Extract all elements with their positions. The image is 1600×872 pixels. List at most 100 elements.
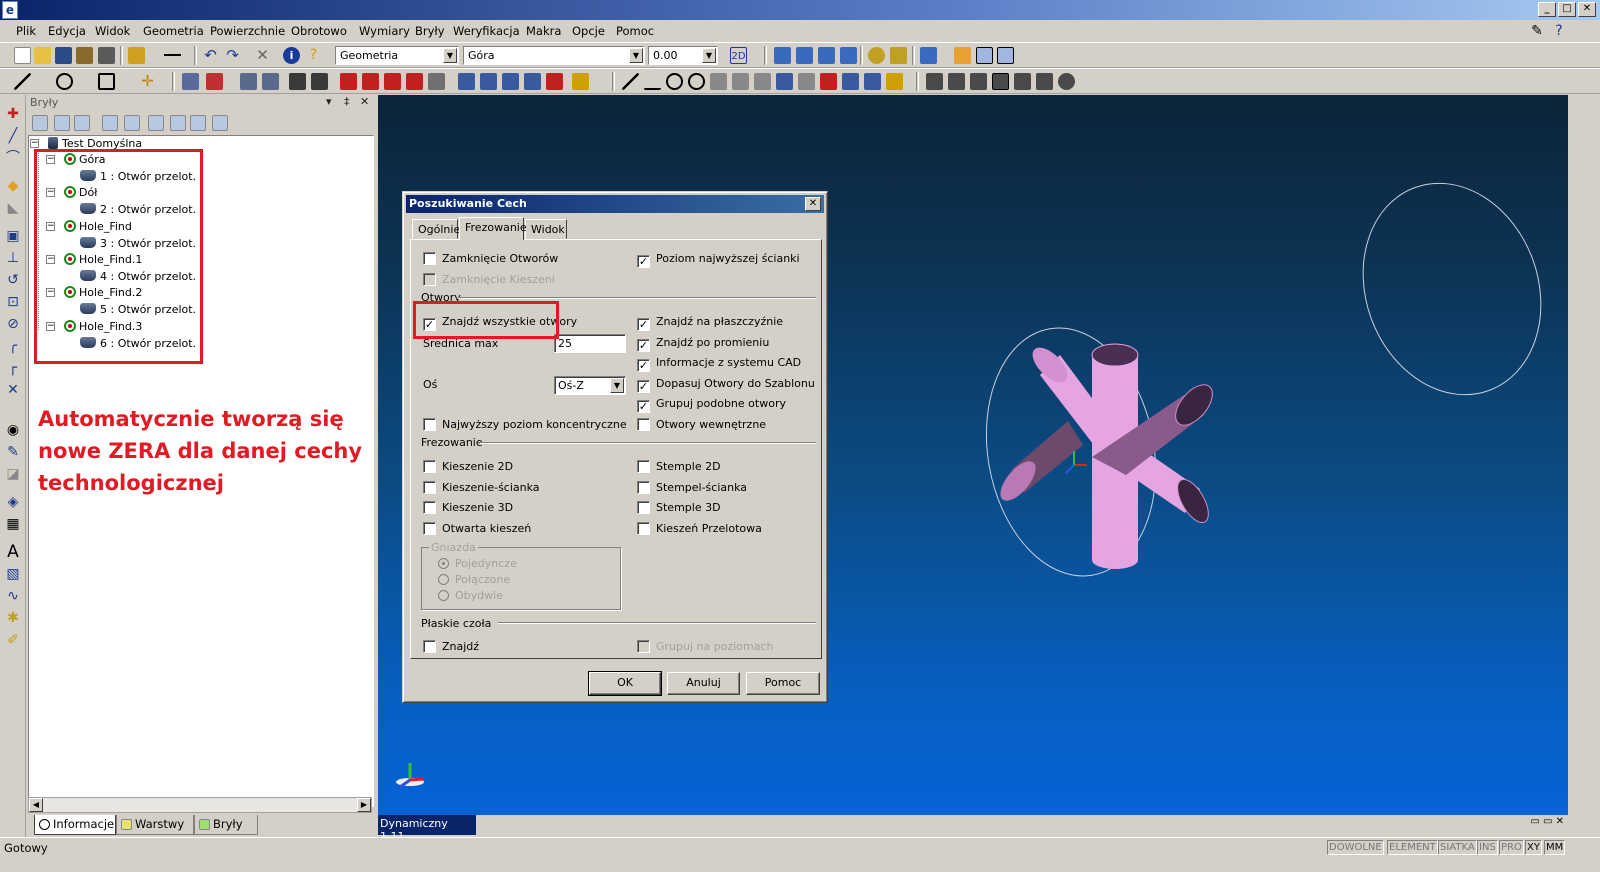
tool-solid-icon[interactable]: ◆ — [4, 177, 22, 195]
tool-grid-icon[interactable]: ▦ — [4, 515, 22, 533]
panel-pin-icon[interactable]: ‡ — [344, 95, 350, 108]
checkbox-box[interactable]: ✓ — [637, 400, 650, 413]
scroll-right-icon[interactable]: ▶ — [357, 798, 371, 812]
checkbox-kieszenie-3d[interactable]: Kieszenie 3D — [423, 501, 513, 514]
export-icon[interactable] — [98, 47, 115, 64]
dim-baseline-icon[interactable] — [754, 73, 771, 90]
checkbox-box[interactable] — [423, 460, 436, 473]
undo-icon[interactable]: ↶ — [202, 47, 219, 64]
explode-icon[interactable] — [546, 73, 563, 90]
checkbox-dopasuj-otwory[interactable]: ✓ Dopasuj Otwory do Szablonu — [637, 377, 815, 393]
tool-text-icon[interactable]: A — [4, 543, 22, 561]
dim-symbol-icon[interactable] — [820, 73, 837, 90]
pan-view-icon[interactable] — [890, 47, 907, 64]
layer-4-icon[interactable] — [992, 73, 1009, 90]
solid-cyl-icon[interactable] — [311, 73, 328, 90]
fillet-icon[interactable] — [406, 73, 423, 90]
menu-obrotowo[interactable]: Obrotowo — [291, 24, 347, 38]
tool-hatch-icon[interactable]: ▧ — [4, 565, 22, 583]
checkbox-box[interactable]: ✓ — [637, 318, 650, 331]
solid-tree-icon[interactable] — [32, 115, 48, 131]
checkbox-grupuj-podobne[interactable]: ✓ Grupuj podobne otwory — [637, 397, 786, 413]
menu-wymiary[interactable]: Wymiary — [359, 24, 410, 38]
menu-pomoc[interactable]: Pomoc — [616, 24, 654, 38]
tab-bryly[interactable]: Bryły — [194, 815, 258, 835]
checkbox-box[interactable] — [423, 640, 436, 653]
checkbox-znajdz-plaszczyznie[interactable]: ✓ Znajdź na płaszczyźnie — [637, 315, 783, 331]
checkbox-kieszenie-scianka[interactable]: Kieszenie-ścianka — [423, 481, 540, 494]
save-icon[interactable] — [55, 47, 72, 64]
checkbox-kieszen-przelotowa[interactable]: Kieszeń Przelotowa — [637, 522, 762, 535]
layer-1-icon[interactable] — [926, 73, 943, 90]
refresh-icon[interactable] — [572, 73, 589, 90]
sphere-view-icon[interactable] — [1058, 73, 1075, 90]
minimize-button[interactable]: _ — [1538, 2, 1556, 17]
menu-edycja[interactable]: Edycja — [48, 24, 86, 38]
maximize-button[interactable]: □ — [1558, 2, 1576, 17]
checkbox-zamkniecie-otworow[interactable]: Zamknięcie Otworów — [423, 252, 558, 265]
menu-weryfikacja[interactable]: Weryfikacja — [453, 24, 520, 38]
status-pro[interactable]: PRO — [1499, 840, 1524, 855]
tool-cross-icon[interactable]: ✕ — [4, 381, 22, 399]
value-combo[interactable]: 0.00 ▼ — [648, 46, 718, 65]
dim-note-icon[interactable] — [710, 73, 727, 90]
boolean-int-icon[interactable] — [384, 73, 401, 90]
help-icon[interactable]: ? — [305, 47, 322, 64]
surface-icon[interactable] — [182, 73, 199, 90]
tool-layers-icon[interactable]: ◈ — [4, 493, 22, 511]
checkbox-box[interactable] — [423, 501, 436, 514]
tool-trim-icon[interactable]: ⊥ — [4, 249, 22, 267]
checkbox-poziom-najwyzszej[interactable]: ✓ Poziom najwyższej ścianki — [637, 252, 800, 268]
solid-settings-icon[interactable] — [212, 115, 228, 131]
tool-chamfer-icon[interactable]: ┌ — [4, 359, 22, 377]
checkbox-kieszenie-2d[interactable]: Kieszenie 2D — [423, 460, 513, 473]
checkbox-box[interactable] — [637, 460, 650, 473]
tool-move-icon[interactable]: ⊡ — [4, 293, 22, 311]
select-tool-icon[interactable] — [976, 47, 993, 64]
menu-plik[interactable]: Plik — [16, 24, 36, 38]
layer-2-icon[interactable] — [948, 73, 965, 90]
tab-warstwy[interactable]: Warstwy — [116, 815, 194, 835]
tool-fillet-icon[interactable]: ╭ — [4, 337, 22, 355]
tool-settings-icon[interactable]: ✱ — [4, 609, 22, 627]
trim-icon[interactable] — [206, 73, 223, 90]
checkbox-box[interactable] — [637, 418, 650, 431]
tool-pen-icon[interactable]: ✎ — [4, 443, 22, 461]
circle-icon[interactable] — [56, 73, 73, 90]
tool-arc-icon[interactable]: ⌒ — [4, 149, 22, 167]
redo-icon[interactable]: ↷ — [224, 47, 241, 64]
checkbox-box[interactable]: ✓ — [637, 380, 650, 393]
checkbox-box[interactable] — [423, 522, 436, 535]
snap-point-icon[interactable] — [796, 47, 813, 64]
checkbox-box[interactable] — [423, 481, 436, 494]
tool-point-icon[interactable]: ✚ — [4, 105, 22, 123]
edit-icon[interactable]: ✎ — [1527, 21, 1547, 41]
menu-opcje[interactable]: Opcje — [572, 24, 605, 38]
delete-icon[interactable]: ✕ — [254, 47, 271, 64]
layer-3-icon[interactable] — [970, 73, 987, 90]
ok-button[interactable]: OK — [588, 671, 662, 696]
help-pointer-icon[interactable]: ? — [1549, 21, 1569, 41]
extrude-icon[interactable] — [240, 73, 257, 90]
status-element[interactable]: ELEMENT — [1387, 840, 1438, 855]
dialog-close-button[interactable]: ✕ — [805, 197, 821, 211]
rotate-view-icon[interactable] — [868, 47, 885, 64]
snap-add-icon[interactable] — [840, 47, 857, 64]
status-mm[interactable]: MM — [1544, 840, 1566, 855]
menu-geometria[interactable]: Geometria — [143, 24, 204, 38]
checkbox-box[interactable] — [637, 522, 650, 535]
measure-tool-icon[interactable] — [997, 47, 1014, 64]
tool-ruler-icon[interactable]: ✐ — [4, 631, 22, 649]
tool-circle-icon[interactable]: ⊘ — [4, 315, 22, 333]
new-file-icon[interactable] — [14, 47, 31, 64]
status-ins[interactable]: INS — [1477, 840, 1498, 855]
menu-powierzchnie[interactable]: Powierzchnie — [210, 24, 285, 38]
checkbox-stempel-scianka[interactable]: Stempel-ścianka — [637, 481, 747, 494]
tree-horizontal-scrollbar[interactable]: ◀ ▶ — [28, 797, 372, 813]
dim-diameter-icon[interactable] — [688, 73, 705, 90]
transform-icon[interactable] — [458, 73, 475, 90]
copy-icon[interactable] — [502, 73, 519, 90]
tool-edit-icon[interactable]: ▣ — [4, 227, 22, 245]
status-siatka[interactable]: SIATKA — [1438, 840, 1477, 855]
dim-radius-icon[interactable] — [666, 73, 683, 90]
